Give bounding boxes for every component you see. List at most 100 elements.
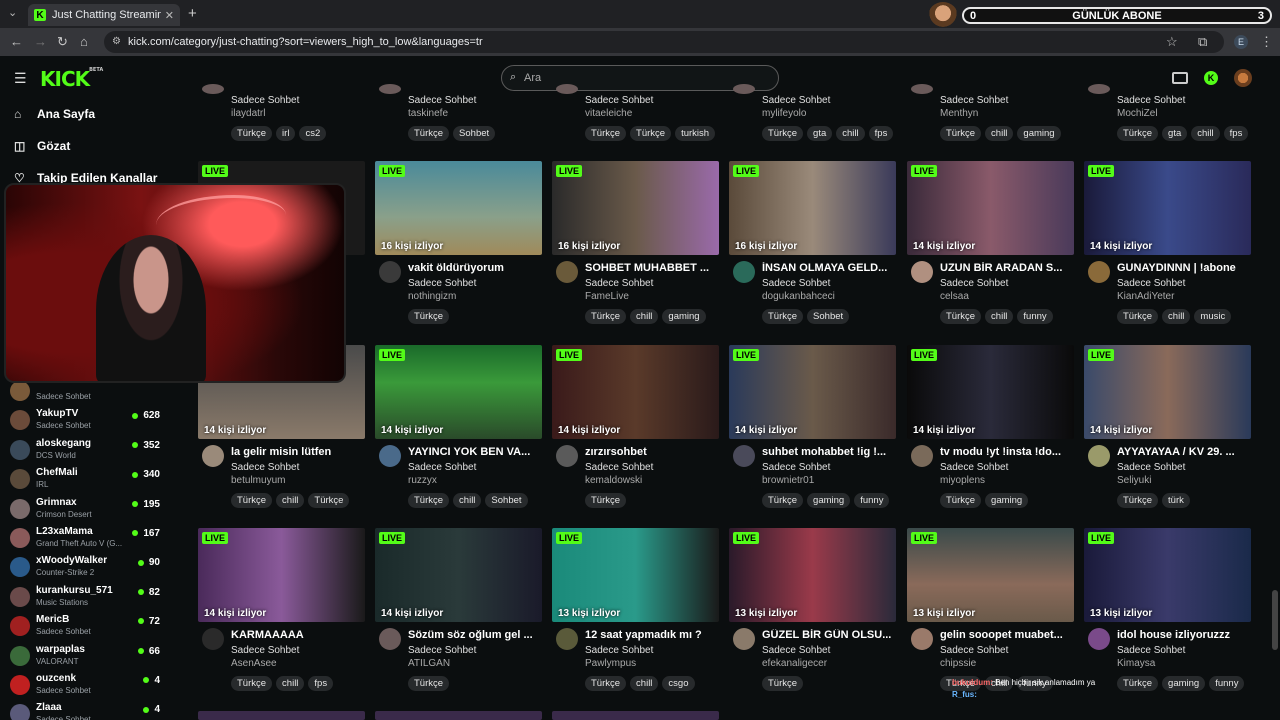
streamer-username[interactable]: MochiZel [1117,108,1158,119]
tag-chip[interactable]: chill [276,676,305,691]
stream-card[interactable]: LIVE 14 kişi izliyor GUNAYDINNN | !abone Sa… [1084,161,1251,331]
stream-card[interactable]: LIVE 16 kişi izliyor vakit öldürüyorum Sade… [375,161,542,331]
tag-chip[interactable]: gta [807,126,833,141]
stream-thumbnail[interactable]: LIVE 14 kişi izliyor [375,345,542,439]
tab-search-icon[interactable]: ⌄ [8,6,17,19]
stream-thumbnail[interactable]: LIVE 14 kişi izliyor [552,345,719,439]
stream-category[interactable]: Sadece Sohbet [762,95,830,106]
hamburger-menu-icon[interactable]: ☰ [14,70,27,87]
stream-thumbnail[interactable]: LIVE 14 kişi izliyor [1084,161,1251,255]
streamer-username[interactable]: ilaydatrl [231,108,265,119]
tag-chip[interactable]: irl [276,126,296,141]
tag-chip[interactable]: music [1194,309,1232,324]
streamer-avatar[interactable] [1088,84,1110,94]
stream-title[interactable]: vakit öldürüyorum [408,262,542,274]
clips-icon[interactable] [1172,72,1188,84]
stream-card[interactable]: Sadece Sohbet Menthyn Türkçe chill gaming [907,84,1074,144]
stream-category[interactable]: Sadece Sohbet [408,95,476,106]
streamer-avatar[interactable] [379,261,401,283]
sidebar-channel[interactable]: Grimnax Crimson Desert 195 [10,494,170,523]
stream-category[interactable]: Sadece Sohbet [762,278,830,289]
streamer-username[interactable]: KianAdiYeter [1117,291,1174,302]
stream-title[interactable]: GÜZEL BİR GÜN OLSU... [762,629,896,641]
stream-category[interactable]: Sadece Sohbet [1117,278,1185,289]
tag-chip[interactable]: Türkçe [940,493,982,508]
tag-chip[interactable]: chill [985,126,1014,141]
tag-chip[interactable]: türk [1162,493,1190,508]
stream-thumbnail[interactable]: LIVE 14 kişi izliyor [198,528,365,622]
streamer-avatar[interactable] [733,261,755,283]
stream-card[interactable]: LIVE 16 kişi izliyor İNSAN OLMAYA GELD... S… [729,161,896,331]
streamer-avatar[interactable] [379,84,401,94]
streamer-username[interactable]: dogukanbahceci [762,291,835,302]
streamer-username[interactable]: miyoplens [940,475,985,486]
tag-chip[interactable]: Türkçe [408,126,450,141]
stream-category[interactable]: Sadece Sohbet [940,278,1008,289]
sidebar-channel[interactable]: YakupTV Sadece Sohbet 628 [10,405,170,434]
stream-thumbnail[interactable]: LIVE 16 kişi izliyor [375,161,542,255]
stream-card[interactable]: LIVE 16 kişi izliyor SOHBET MUHABBET ... Sa… [552,161,719,331]
streamer-avatar[interactable] [911,261,933,283]
tag-chip[interactable]: Türkçe [585,126,627,141]
streamer-avatar[interactable] [911,84,933,94]
tag-chip[interactable]: fps [1223,126,1249,141]
stream-card[interactable]: LIVE 13 kişi izliyor idol house izliyoruzz… [1084,528,1251,698]
streamer-username[interactable]: Pawlympus [585,658,636,669]
streamer-avatar[interactable] [733,628,755,650]
stream-category[interactable]: Sadece Sohbet [408,278,476,289]
streamer-username[interactable]: Menthyn [940,108,978,119]
tag-chip[interactable]: Türkçe [762,309,804,324]
tag-chip[interactable]: Türkçe [1117,126,1159,141]
stream-thumbnail[interactable]: LIVE 14 kişi izliyor [907,345,1074,439]
streamer-username[interactable]: kemaldowski [585,475,642,486]
browser-tab[interactable]: K Just Chatting Streaming - Live S ✕ [28,4,180,26]
tag-chip[interactable]: chill [453,493,482,508]
tag-chip[interactable]: chill [836,126,865,141]
sidebar-channel[interactable]: kurankursu_571 Music Stations 82 [10,582,170,611]
streamer-username[interactable]: Kimaysa [1117,658,1155,669]
site-info-icon[interactable]: ⚙ [112,36,121,47]
new-tab-icon[interactable]: + [188,5,197,22]
tag-chip[interactable]: turkish [675,126,716,141]
stream-card[interactable]: Sadece Sohbet ilaydatrl Türkçe irl cs2 [198,84,365,144]
tag-chip[interactable]: Türkçe [585,493,627,508]
streamer-username[interactable]: nothingizm [408,291,456,302]
sidebar-item-home[interactable]: ⌂ Ana Sayfa [14,104,95,124]
stream-card[interactable]: LIVE 14 kişi izliyor Sözüm söz oğlum gel .… [375,528,542,698]
tag-chip[interactable]: Türkçe [762,493,804,508]
stream-title[interactable]: YAYINCI YOK BEN VA... [408,446,542,458]
stream-thumbnail[interactable] [552,711,719,720]
streamer-avatar[interactable] [556,628,578,650]
streamer-avatar[interactable] [379,628,401,650]
stream-category[interactable]: Sadece Sohbet [762,462,830,473]
streamer-username[interactable]: ATILGAN [408,658,450,669]
stream-card[interactable]: Sadece Sohbet vitaeleiche Türkçe Türkçe turk… [552,84,719,144]
tag-chip[interactable]: Sohbet [453,126,496,141]
streamer-username[interactable]: ruzzyx [408,475,437,486]
streamer-avatar[interactable] [202,628,224,650]
streamer-username[interactable]: Seliyuki [1117,475,1151,486]
tag-chip[interactable]: Türkçe [762,126,804,141]
sidebar-channel[interactable]: aloskegang DCS World 352 [10,435,170,464]
stream-category[interactable]: Sadece Sohbet [585,462,653,473]
back-icon[interactable]: ← [10,34,23,49]
tag-chip[interactable]: Türkçe [408,676,450,691]
stream-title[interactable]: gelin sooopet muabet... [940,629,1074,641]
stream-thumbnail[interactable]: LIVE 14 kişi izliyor [907,161,1074,255]
stream-title[interactable]: tv modu !yt !insta !do... [940,446,1074,458]
tag-chip[interactable]: funny [1017,309,1053,324]
stream-card[interactable]: LIVE 14 kişi izliyor zırzırsohbet Sadece So… [552,345,719,515]
sidebar-channel[interactable]: Zlaaa Sadece Sohbet 4 [10,699,170,720]
tag-chip[interactable]: chill [985,309,1014,324]
tag-chip[interactable]: Türkçe [630,126,672,141]
sidebar-channel[interactable]: warpaplas VALORANT 66 [10,641,170,670]
streamer-username[interactable]: brownietr01 [762,475,814,486]
tag-chip[interactable]: Türkçe [408,493,450,508]
stream-category[interactable]: Sadece Sohbet [408,462,476,473]
streamer-avatar[interactable] [556,261,578,283]
stream-category[interactable]: Sadece Sohbet [940,95,1008,106]
streamer-avatar[interactable] [379,445,401,467]
tag-chip[interactable]: fps [868,126,894,141]
stream-title[interactable]: Sözüm söz oğlum gel ... [408,629,542,641]
tag-chip[interactable]: chill [276,493,305,508]
